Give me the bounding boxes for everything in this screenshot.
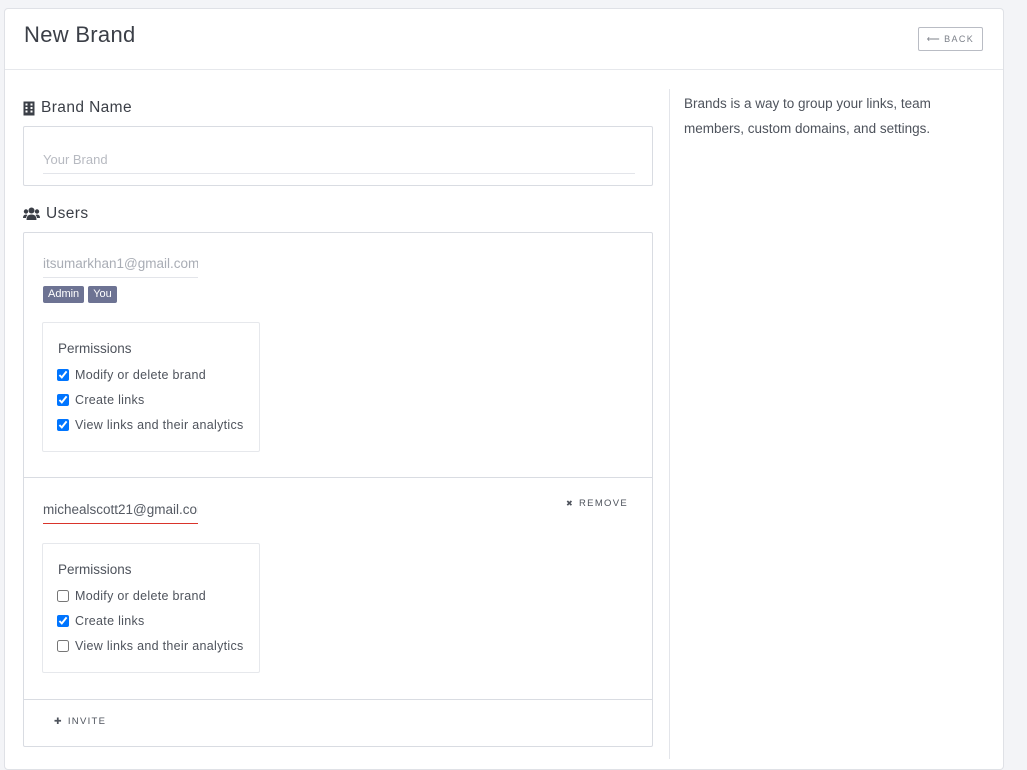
brand-name-section-label: Brand Name — [23, 99, 132, 117]
permission-modify-brand-checkbox[interactable] — [57, 590, 69, 602]
permission-modify-brand-checkbox[interactable] — [57, 369, 69, 381]
you-badge: You — [88, 286, 117, 303]
card-header: New Brand ⟵ BACK — [5, 9, 1003, 70]
permissions-panel: Permissions Modify or delete brand Creat… — [42, 322, 260, 452]
permission-create-links-checkbox[interactable] — [57, 615, 69, 627]
building-icon — [23, 101, 35, 116]
brand-name-label: Brand Name — [41, 99, 133, 116]
permission-create-links[interactable]: Create links — [57, 393, 145, 407]
permission-label: View links and their analytics — [75, 418, 244, 432]
permission-label: Create links — [75, 393, 145, 407]
permission-label: Modify or delete brand — [75, 589, 206, 603]
permission-view-links[interactable]: View links and their analytics — [57, 418, 244, 432]
permission-create-links[interactable]: Create links — [57, 614, 145, 628]
permission-modify-brand[interactable]: Modify or delete brand — [57, 589, 206, 603]
permission-label: Create links — [75, 614, 145, 628]
users-icon — [23, 207, 40, 221]
user-email-field — [43, 249, 198, 278]
remove-user-button[interactable]: ✖ REMOVE — [566, 498, 628, 509]
permission-modify-brand[interactable]: Modify or delete brand — [57, 368, 206, 382]
page-title: New Brand — [24, 22, 136, 47]
permission-view-links-checkbox[interactable] — [57, 640, 69, 652]
back-button[interactable]: ⟵ BACK — [918, 27, 983, 51]
brand-name-input[interactable] — [43, 145, 635, 174]
permission-label: View links and their analytics — [75, 639, 244, 653]
permission-label: Modify or delete brand — [75, 368, 206, 382]
back-arrow-icon: ⟵ — [926, 33, 942, 44]
permissions-title: Permissions — [58, 562, 132, 577]
user-email-input[interactable] — [43, 495, 198, 524]
user-entry: ✖ REMOVE Permissions Modify or delete br… — [24, 478, 652, 700]
brands-info-text: Brands is a way to group your links, tea… — [684, 96, 931, 136]
users-box: Admin You Permissions Modify or delete b… — [23, 232, 653, 747]
brand-name-box — [23, 126, 653, 186]
user-badges: Admin You — [43, 286, 117, 303]
permission-create-links-checkbox[interactable] — [57, 394, 69, 406]
invite-label: INVITE — [67, 716, 107, 727]
permissions-title: Permissions — [58, 341, 132, 356]
users-section-label: Users — [23, 205, 88, 223]
remove-label: REMOVE — [579, 498, 628, 509]
new-brand-card: New Brand ⟵ BACK Brand Name Your Brand U… — [4, 8, 1004, 770]
info-sidebar: Brands is a way to group your links, tea… — [669, 89, 990, 759]
users-label: Users — [46, 205, 89, 222]
plus-icon: ✚ — [54, 716, 63, 726]
close-icon: ✖ — [566, 499, 575, 508]
admin-badge: Admin — [43, 286, 85, 303]
permission-view-links-checkbox[interactable] — [57, 419, 69, 431]
invite-button[interactable]: ✚ INVITE — [54, 716, 106, 727]
permissions-panel: Permissions Modify or delete brand Creat… — [42, 543, 260, 673]
back-button-label: BACK — [944, 34, 975, 44]
user-entry: Admin You Permissions Modify or delete b… — [24, 233, 652, 478]
permission-view-links[interactable]: View links and their analytics — [57, 639, 244, 653]
